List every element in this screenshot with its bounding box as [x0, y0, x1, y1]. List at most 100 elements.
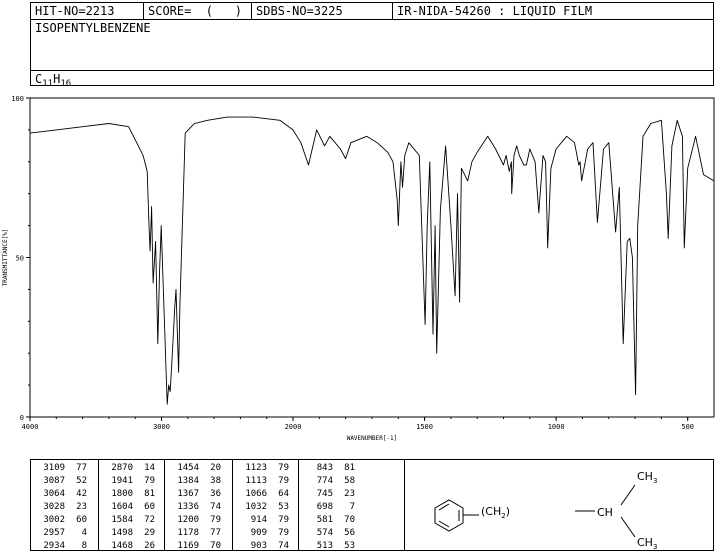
- peak-transmittance: 74: [210, 502, 221, 512]
- peak-transmittance: 81: [344, 463, 355, 473]
- plot-frame: [29, 97, 715, 418]
- molecule-structure: (CH2) CH CH3 CH3: [434, 470, 657, 551]
- peak-wavenumber: 745: [316, 489, 333, 499]
- peak-wavenumber: 698: [316, 502, 333, 512]
- y-tick-label: 100: [11, 95, 24, 103]
- peak-row: 1169 70: [165, 540, 232, 553]
- peak-transmittance: 79: [278, 476, 289, 486]
- peak-row: 1498 29: [99, 527, 164, 540]
- peak-row: 1584 72: [99, 514, 164, 527]
- peak-wavenumber: 3087: [43, 476, 65, 486]
- peak-wavenumber: 1498: [111, 528, 133, 538]
- peak-row: 1032 53: [233, 501, 298, 514]
- peak-transmittance: 7: [349, 502, 355, 512]
- molecular-formula: C11H16: [35, 72, 72, 89]
- peak-wavenumber: 843: [316, 463, 333, 473]
- peak-row: 774 58: [299, 475, 404, 488]
- peak-row: 3002 60: [31, 514, 98, 527]
- peak-transmittance: 70: [344, 515, 355, 525]
- peak-transmittance: 64: [278, 489, 289, 499]
- ch-ch3-top-bond: [620, 484, 636, 506]
- peak-wavenumber: 3109: [43, 463, 65, 473]
- peak-transmittance: 72: [144, 515, 155, 525]
- peak-table: 3109 77 3087 52 3064 42 3028 23 3002 60 2957 4 2934 8…: [30, 459, 714, 551]
- y-axis-label: TRANSMITTANCE[%]: [2, 229, 9, 287]
- peak-row: 1384 38: [165, 475, 232, 488]
- sdbs-number: SDBS-NO=3225: [256, 4, 343, 18]
- peak-transmittance: 79: [144, 476, 155, 486]
- peak-row: 2957 4: [31, 527, 98, 540]
- compound-name: ISOPENTYLBENZENE: [35, 21, 151, 35]
- peak-column: 1123 79 1113 79 1066 64 1032 53 914 79 909 79 903 74: [233, 460, 299, 553]
- peak-wavenumber: 1066: [245, 489, 267, 499]
- peak-transmittance: 52: [76, 476, 87, 486]
- peak-transmittance: 36: [210, 489, 221, 499]
- peak-transmittance: 29: [144, 528, 155, 538]
- peak-row: 1367 36: [165, 488, 232, 501]
- peak-wavenumber: 2934: [43, 541, 65, 551]
- peak-row: 3109 77: [31, 462, 98, 475]
- peak-transmittance: 42: [76, 489, 87, 499]
- x-tick-label: 4000: [22, 423, 39, 431]
- peak-transmittance: 60: [144, 502, 155, 512]
- peak-wavenumber: 3064: [43, 489, 65, 499]
- header-row: HIT-NO=2213 SCORE= ( ) SDBS-NO=3225 IR-N…: [31, 3, 713, 20]
- peak-row: 2934 8: [31, 540, 98, 553]
- peak-wavenumber: 1584: [111, 515, 133, 525]
- peak-wavenumber: 574: [316, 528, 333, 538]
- peak-row: 1468 26: [99, 540, 164, 553]
- peak-row: 909 79: [233, 527, 298, 540]
- peak-transmittance: 79: [210, 515, 221, 525]
- peak-wavenumber: 903: [250, 541, 267, 551]
- chain-label: (CH2): [481, 505, 510, 520]
- peak-transmittance: 74: [278, 541, 289, 551]
- peak-row: 903 74: [233, 540, 298, 553]
- peak-row: 3064 42: [31, 488, 98, 501]
- peak-wavenumber: 513: [316, 541, 333, 551]
- peak-row: 1066 64: [233, 488, 298, 501]
- peak-wavenumber: 1336: [177, 502, 199, 512]
- peak-transmittance: 4: [81, 528, 87, 538]
- peak-wavenumber: 581: [316, 515, 333, 525]
- peak-wavenumber: 1169: [177, 541, 199, 551]
- peak-row: 914 79: [233, 514, 298, 527]
- peak-wavenumber: 3002: [43, 515, 65, 525]
- peak-row: 3087 52: [31, 475, 98, 488]
- peak-row: 1800 81: [99, 488, 164, 501]
- peak-wavenumber: 2957: [43, 528, 65, 538]
- x-tick-label: 1000: [548, 423, 565, 431]
- peak-wavenumber: 1178: [177, 528, 199, 538]
- peak-transmittance: 79: [278, 463, 289, 473]
- x-tick-label: 500: [681, 423, 694, 431]
- ch3-bottom-label: CH3: [637, 536, 657, 550]
- peak-wavenumber: 3028: [43, 502, 65, 512]
- peak-wavenumber: 1123: [245, 463, 267, 473]
- ch-ch3-bottom-bond: [620, 516, 636, 538]
- spectrum-line: [29, 116, 715, 405]
- peak-row: 2870 14: [99, 462, 164, 475]
- peak-transmittance: 23: [76, 502, 87, 512]
- y-tick-label: 0: [20, 414, 24, 422]
- peak-wavenumber: 1800: [111, 489, 133, 499]
- peak-row: 1178 77: [165, 527, 232, 540]
- ch-label: CH: [597, 506, 613, 519]
- measurement-method: IR-NIDA-54260 : LIQUID FILM: [397, 4, 593, 18]
- peak-row: 1200 79: [165, 514, 232, 527]
- peak-row: 581 70: [299, 514, 404, 527]
- x-tick-label: 3000: [153, 423, 170, 431]
- peak-transmittance: 81: [144, 489, 155, 499]
- peak-wavenumber: 1032: [245, 502, 267, 512]
- peak-row: 1454 20: [165, 462, 232, 475]
- peak-transmittance: 8: [81, 541, 87, 551]
- peak-wavenumber: 1200: [177, 515, 199, 525]
- peak-wavenumber: 1454: [177, 463, 199, 473]
- peak-wavenumber: 2870: [111, 463, 133, 473]
- score: SCORE= ( ): [148, 4, 242, 18]
- peak-row: 1113 79: [233, 475, 298, 488]
- ch3-top-label: CH3: [637, 470, 657, 485]
- peak-wavenumber: 914: [250, 515, 267, 525]
- peak-column: 2870 14 1941 79 1800 81 1604 60 1584 72 1498 29 1468…: [99, 460, 165, 553]
- peak-transmittance: 79: [278, 528, 289, 538]
- peak-row: 745 23: [299, 488, 404, 501]
- peak-transmittance: 20: [210, 463, 221, 473]
